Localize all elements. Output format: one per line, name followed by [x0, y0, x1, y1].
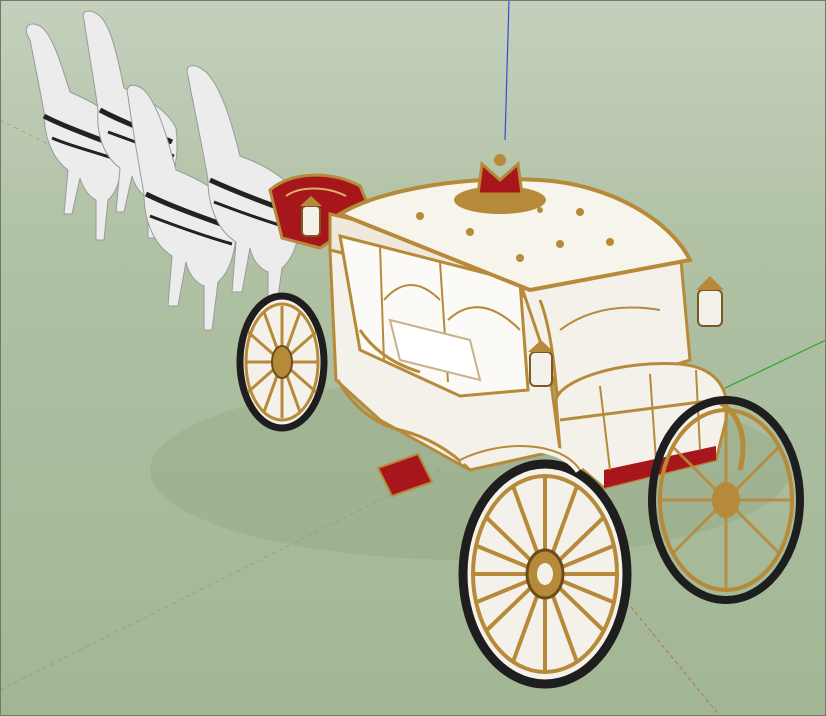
wheel-front-right[interactable]	[648, 396, 804, 604]
wheel-front-left[interactable]	[458, 459, 632, 689]
lantern-corner-right[interactable]	[696, 276, 724, 327]
horse-team[interactable]	[25, 10, 301, 331]
wheel-rear-left[interactable]	[236, 292, 328, 432]
blue-axis	[504, 0, 510, 141]
model-canvas[interactable]	[0, 0, 826, 716]
3d-viewport[interactable]	[0, 0, 826, 716]
